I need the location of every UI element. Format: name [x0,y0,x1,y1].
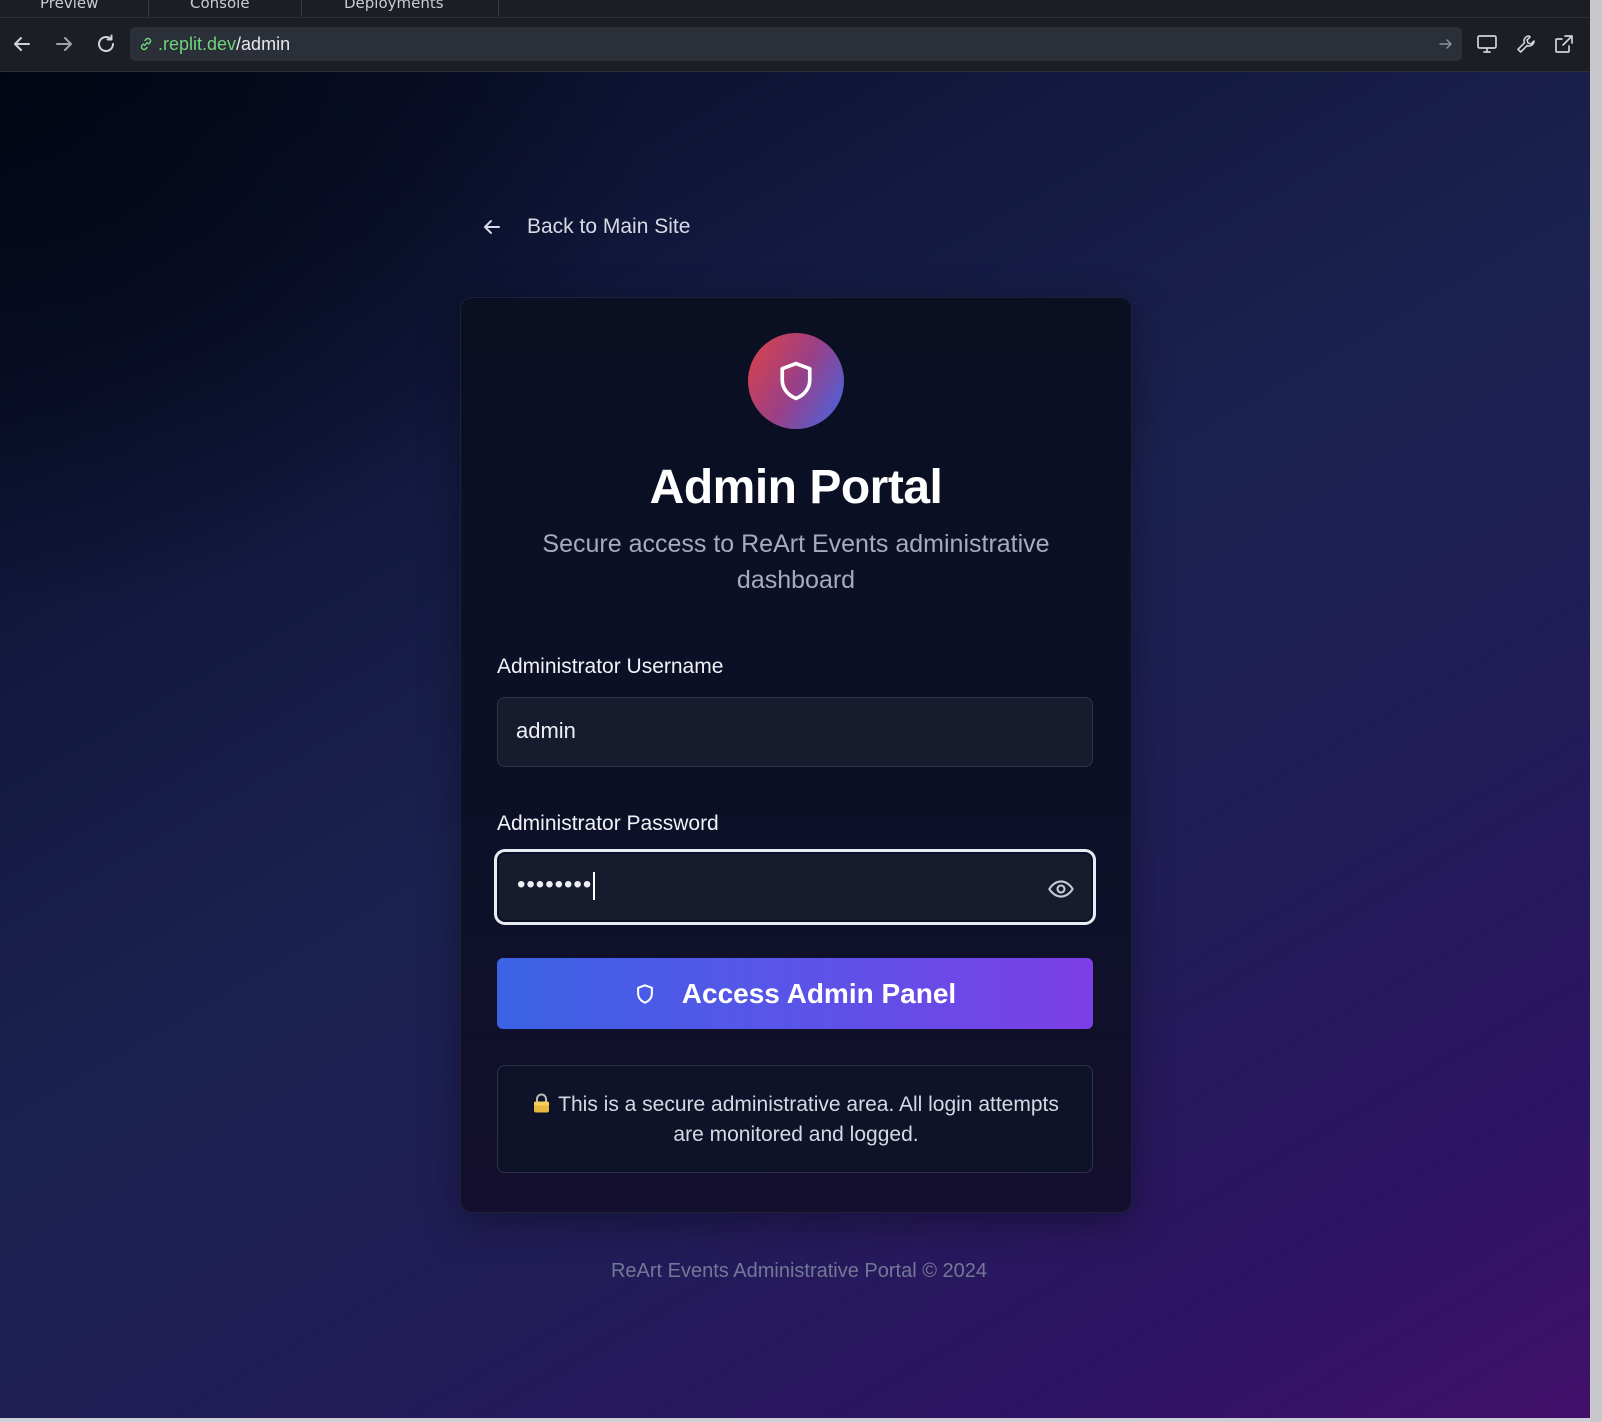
reload-button[interactable] [93,31,119,57]
tab-divider [498,0,499,17]
url-host: .replit.dev [158,34,237,54]
wrench-icon [1517,35,1535,53]
footer-text: ReArt Events Administrative Portal © 202… [610,1260,987,1282]
arrow-left-icon [14,37,30,51]
password-value: •••••••• [517,871,596,900]
reload-icon [98,34,114,52]
shield-icon [636,983,653,1004]
page-title: Admin Portal [649,461,943,514]
arrow-right-icon [56,37,72,51]
tab-label: Console [190,0,250,12]
url-text: .replit.dev/admin [158,34,290,55]
page-scrollbar[interactable] [1590,0,1602,1422]
login-card: Admin Portal Secure access to ReArt Even… [460,297,1132,1213]
page-subtitle: Secure access to ReArt Events administra… [542,530,1050,594]
security-notice: This is a secure administrative area. Al… [497,1065,1093,1173]
open-new-tab-button[interactable] [1551,31,1577,57]
username-label: Administrator Username [497,655,724,678]
back-to-main-site-link[interactable]: Back to Main Site [481,212,690,242]
tab-deployments[interactable]: Deployments [304,0,444,15]
shield-badge [748,333,844,429]
password-dots: •••••••• [517,871,593,898]
username-field[interactable]: admin [497,697,1093,767]
button-label: Access Admin Panel [681,977,957,1009]
tab-divider [301,0,302,17]
password-label: Administrator Password [497,812,719,835]
page-footer: ReArt Events Administrative Portal © 202… [0,1260,1590,1283]
notice-text-wrapper: This is a secure administrative area. Al… [528,1090,1064,1150]
notice-text: This is a secure administrative area. Al… [558,1093,1059,1146]
back-link-label: Back to Main Site [527,215,691,238]
tab-console[interactable]: Console [150,0,250,15]
address-bar[interactable]: .replit.dev/admin [130,27,1462,61]
link-icon [140,37,152,51]
tab-label: Preview [40,0,99,12]
shield-icon [780,361,812,401]
access-admin-panel-button[interactable]: Access Admin Panel [497,958,1093,1029]
go-arrow-icon[interactable] [1438,36,1454,52]
external-link-icon [1555,35,1573,53]
page-viewport: Back to Main Site Admin Portal Secure ac… [0,72,1590,1418]
lock-icon [534,1093,550,1113]
devtools-button[interactable] [1513,31,1539,57]
monitor-icon [1477,35,1497,53]
text-caret [593,871,596,900]
tab-divider [148,0,149,17]
tab-preview[interactable]: Preview [0,0,98,15]
arrow-left-icon [484,220,500,234]
tab-label: Deployments [344,0,444,12]
password-field[interactable]: •••••••• [497,852,1093,922]
eye-icon[interactable] [1047,875,1075,903]
window-bottom-edge [0,1418,1590,1422]
username-value: admin [516,718,576,743]
browser-tab-strip: Preview Console Deployments [0,0,1590,18]
url-path: /admin [236,34,291,54]
browser-nav-bar: .replit.dev/admin [0,18,1590,72]
devices-button[interactable] [1474,31,1500,57]
forward-button[interactable] [51,31,77,57]
back-button[interactable] [9,31,35,57]
